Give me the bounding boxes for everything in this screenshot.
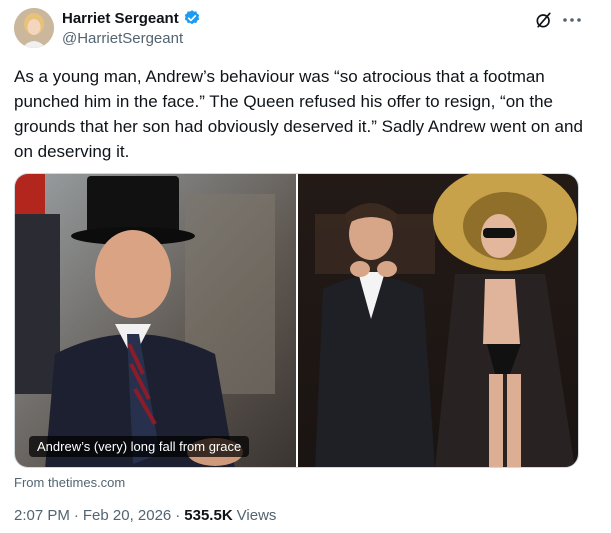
author-name[interactable]: Harriet Sergeant (62, 10, 179, 27)
tweet-date[interactable]: Feb 20, 2026 (83, 507, 171, 524)
tweet-time[interactable]: 2:07 PM (14, 507, 70, 524)
meta-separator: · (73, 507, 79, 524)
tweet-meta: 2:07 PM · Feb 20, 2026 · 535.5K Views (14, 507, 276, 524)
views-label: Views (236, 507, 277, 524)
avatar[interactable] (14, 8, 54, 48)
photo-left (15, 174, 297, 467)
media-image[interactable]: Andrew’s (very) long fall from grace (14, 173, 579, 468)
photo-right (297, 174, 578, 467)
verified-badge-icon (184, 10, 199, 25)
tweet-text: As a young man, Andrew’s behaviour was “… (14, 67, 588, 161)
meta-separator: · (175, 507, 181, 524)
more-icon[interactable] (560, 8, 584, 32)
source-link[interactable]: From thetimes.com (14, 475, 125, 490)
media-caption: Andrew’s (very) long fall from grace (29, 436, 250, 457)
grok-icon[interactable] (534, 10, 554, 30)
author-handle[interactable]: @HarrietSergeant (62, 30, 183, 47)
views-count[interactable]: 535.5K (184, 507, 232, 524)
